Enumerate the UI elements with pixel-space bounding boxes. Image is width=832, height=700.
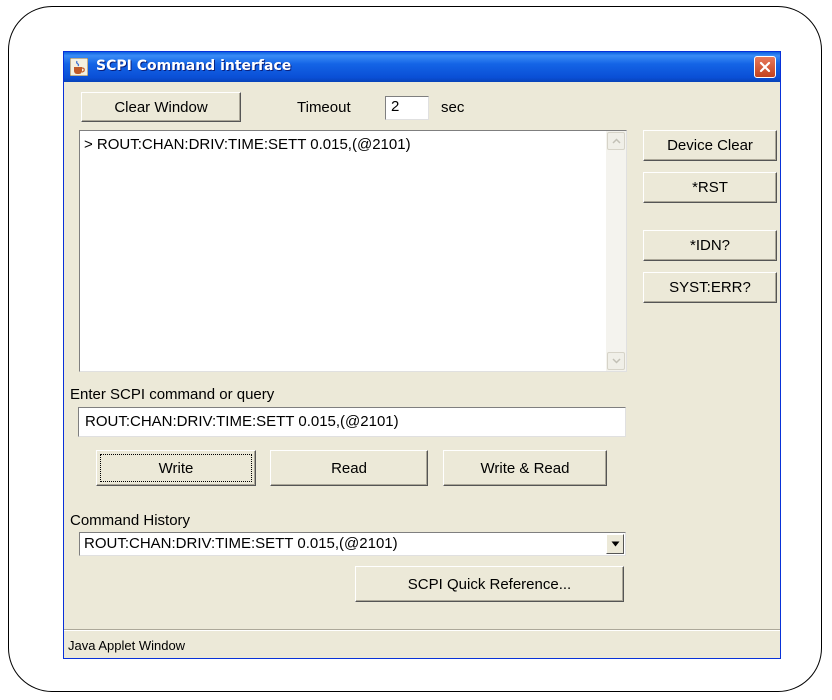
command-input[interactable]: ROUT:CHAN:DRIV:TIME:SETT 0.015,(@2101) (78, 407, 626, 437)
scroll-down-button[interactable] (607, 352, 625, 370)
scroll-up-arrow-icon (611, 138, 621, 144)
history-selected: ROUT:CHAN:DRIV:TIME:SETT 0.015,(@2101) (84, 535, 398, 552)
timeout-label: Timeout (297, 99, 351, 116)
clear-window-button[interactable]: Clear Window (81, 92, 241, 122)
title-bar[interactable]: SCPI Command interface (64, 52, 780, 82)
write-button[interactable]: Write (96, 450, 256, 486)
window-title: SCPI Command interface (96, 58, 292, 74)
history-label: Command History (70, 512, 191, 529)
timeout-unit: sec (441, 99, 465, 116)
timeout-input[interactable]: 2 (385, 96, 429, 120)
scpi-window: SCPI Command interface Clear Window Time… (63, 51, 781, 659)
close-button[interactable] (754, 56, 776, 78)
status-bar: Java Applet Window (64, 629, 780, 658)
quick-reference-button[interactable]: SCPI Quick Reference... (355, 566, 624, 602)
java-cup-icon (69, 57, 89, 77)
scroll-down-arrow-icon (611, 358, 621, 364)
status-text: Java Applet Window (68, 638, 186, 653)
write-read-button[interactable]: Write & Read (443, 450, 607, 486)
output-scrollbar[interactable] (606, 131, 626, 371)
syst-err-button[interactable]: SYST:ERR? (643, 272, 777, 303)
output-area[interactable]: > ROUT:CHAN:DRIV:TIME:SETT 0.015,(@2101) (79, 130, 627, 372)
idn-button[interactable]: *IDN? (643, 230, 777, 261)
device-clear-button[interactable]: Device Clear (643, 130, 777, 161)
read-button[interactable]: Read (270, 450, 428, 486)
history-dropdown[interactable]: ROUT:CHAN:DRIV:TIME:SETT 0.015,(@2101) (79, 532, 626, 556)
dropdown-button[interactable] (606, 534, 624, 554)
close-icon (759, 61, 771, 73)
chevron-down-icon (611, 541, 619, 547)
output-line: > ROUT:CHAN:DRIV:TIME:SETT 0.015,(@2101) (84, 136, 411, 153)
scroll-up-button[interactable] (607, 132, 625, 150)
rst-button[interactable]: *RST (643, 172, 777, 203)
command-label: Enter SCPI command or query (70, 386, 275, 403)
